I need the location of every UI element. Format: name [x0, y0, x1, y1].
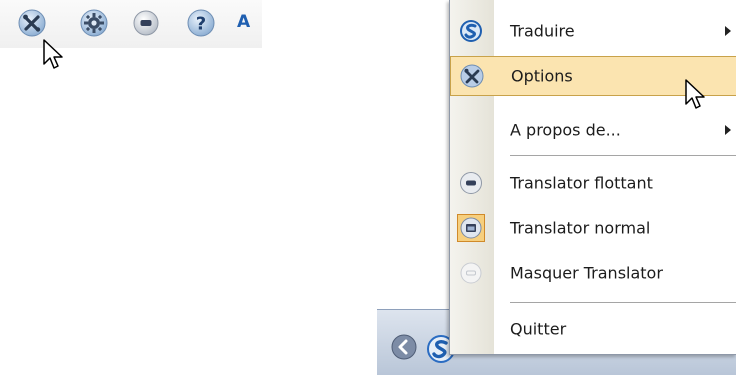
translator-s-icon	[460, 20, 482, 42]
hidden-circle-icon	[460, 262, 482, 284]
menu-item-label: Translator normal	[510, 218, 651, 238]
menu-separator	[510, 302, 736, 303]
wrench-screwdriver-icon	[18, 9, 46, 37]
menu-separator	[510, 155, 736, 156]
menu-item-masquer-translator[interactable]: Masquer Translator	[450, 253, 736, 293]
gear-icon	[80, 9, 108, 37]
menu-item-label: A propos de...	[510, 120, 621, 140]
menu-item-label: Options	[511, 66, 573, 86]
settings-button[interactable]	[80, 9, 108, 37]
question-icon: ?	[187, 9, 215, 37]
help-button[interactable]: ?	[187, 9, 215, 37]
menu-item-label: Quitter	[510, 319, 567, 339]
context-menu: Traduire Options A propos de... Translat…	[449, 0, 736, 355]
menu-item-a-propos[interactable]: A propos de...	[450, 110, 736, 150]
translator-toolbar: ? A	[0, 0, 262, 48]
menu-item-translator-flottant[interactable]: Translator flottant	[450, 163, 736, 203]
wrench-screwdriver-icon	[460, 64, 484, 88]
menu-item-label: Traduire	[510, 21, 575, 41]
window-icon	[460, 217, 482, 239]
options-button[interactable]	[18, 9, 46, 37]
submenu-arrow-icon	[725, 125, 731, 135]
minus-circle-icon	[460, 172, 482, 194]
svg-text:?: ?	[196, 14, 206, 35]
minus-circle-icon	[133, 10, 159, 36]
menu-item-quitter[interactable]: Quitter	[450, 309, 736, 349]
menu-item-label: Masquer Translator	[510, 263, 663, 283]
submenu-arrow-icon	[725, 26, 731, 36]
minimize-button[interactable]	[132, 9, 160, 37]
menu-item-traduire[interactable]: Traduire	[450, 11, 736, 51]
menu-item-options[interactable]: Options	[450, 56, 736, 96]
menu-item-label: Translator flottant	[510, 173, 653, 193]
toolbar-letter[interactable]: A	[237, 12, 250, 32]
menu-item-translator-normal[interactable]: Translator normal	[450, 208, 736, 248]
back-arrow-icon[interactable]	[391, 334, 417, 360]
